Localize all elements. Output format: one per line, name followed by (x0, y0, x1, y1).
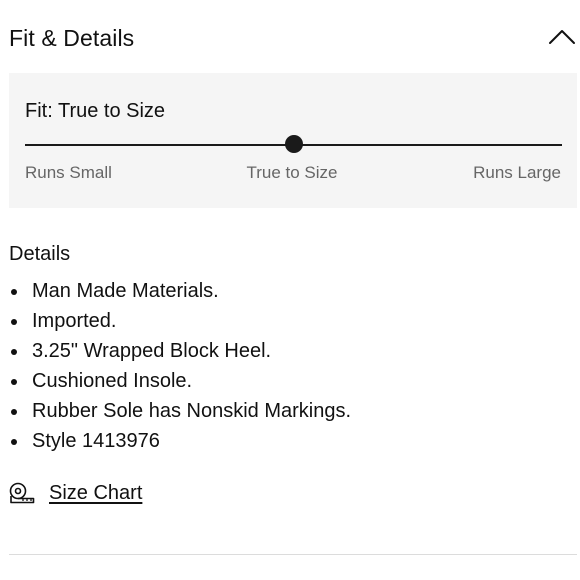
fit-and-details-panel: Fit & Details Fit: True to Size Runs Sma… (0, 0, 580, 580)
fit-scale-indicator (284, 135, 303, 153)
details-list-item: Style 1413976 (9, 426, 351, 456)
details-list-item: Rubber Sole has Nonskid Markings. (9, 396, 351, 426)
bullet-icon (11, 349, 17, 355)
bullet-icon (11, 409, 17, 415)
details-heading: Details (9, 243, 71, 265)
details-list-item: Man Made Materials. (9, 276, 351, 306)
fit-label-runs-small: Runs Small (25, 163, 112, 182)
details-item-text: Style 1413976 (32, 430, 160, 452)
fit-label-true-to-size: True to Size (246, 163, 338, 182)
details-item-text: Man Made Materials. (32, 280, 219, 302)
details-list: Man Made Materials. Imported. 3.25" Wrappe… (9, 276, 351, 456)
fit-title: Fit: True to Size (25, 100, 166, 122)
bullet-icon (11, 289, 17, 295)
details-item-text: Imported. (32, 310, 117, 332)
size-chart-link-row[interactable]: Size Chart (9, 479, 142, 507)
bullet-icon (11, 319, 17, 325)
fit-details-header[interactable]: Fit & Details (9, 22, 580, 54)
tape-measure-icon (9, 482, 35, 504)
section-title: Fit & Details (9, 24, 135, 51)
details-list-item: Cushioned Insole. (9, 366, 351, 396)
chevron-up-icon[interactable] (548, 26, 576, 46)
size-chart-link[interactable]: Size Chart (49, 482, 142, 505)
details-item-text: Rubber Sole has Nonskid Markings. (32, 400, 352, 422)
details-item-text: 3.25" Wrapped Block Heel. (32, 340, 272, 362)
details-list-item: Imported. (9, 306, 351, 336)
section-divider (9, 554, 577, 555)
bullet-icon (11, 379, 17, 385)
fit-scale-panel: Fit: True to Size Runs Small True to Siz… (9, 73, 577, 208)
details-item-text: Cushioned Insole. (32, 370, 193, 392)
details-list-item: 3.25" Wrapped Block Heel. (9, 336, 351, 366)
fit-label-runs-large: Runs Large (473, 163, 561, 182)
bullet-icon (11, 439, 17, 445)
